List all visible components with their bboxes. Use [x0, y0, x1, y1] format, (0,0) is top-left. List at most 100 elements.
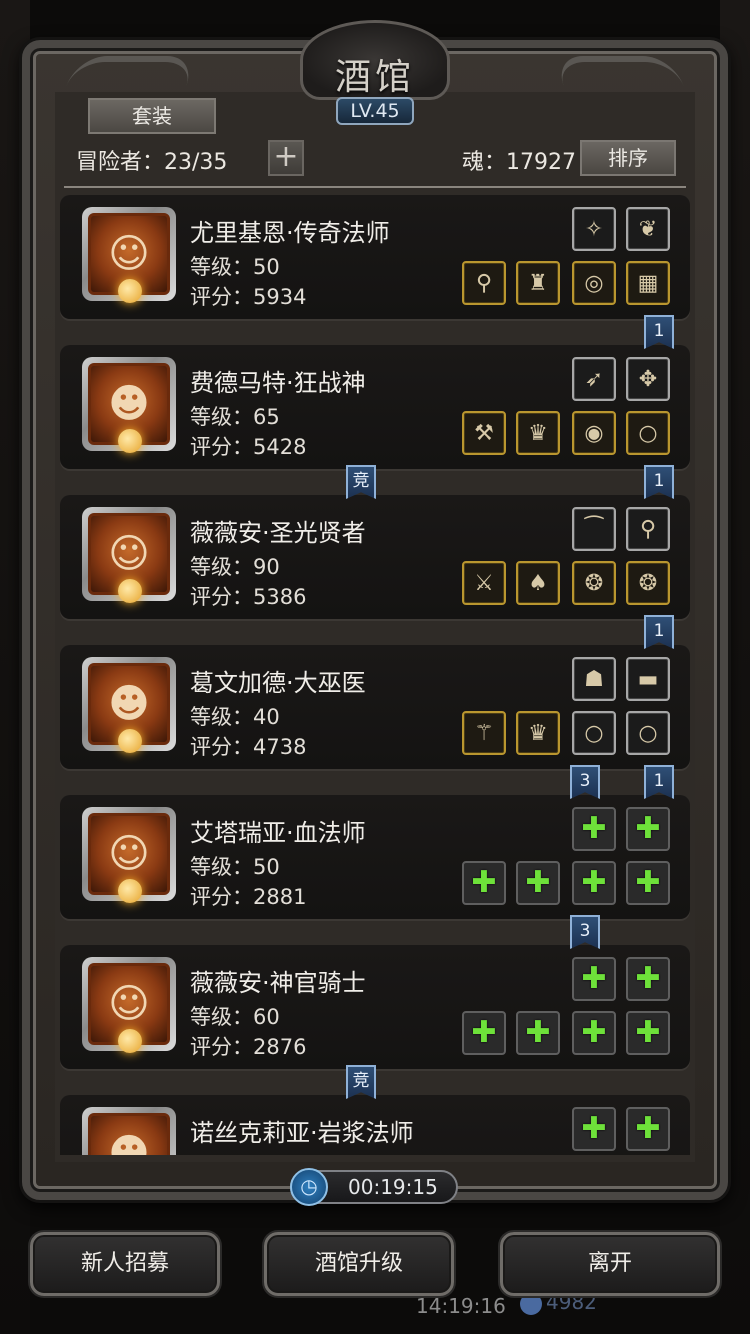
equipment-slot[interactable]: ◉ — [572, 411, 616, 455]
equipment-slot[interactable]: ▬ — [626, 657, 670, 701]
equipment-slot[interactable]: ❂ — [626, 561, 670, 605]
plus-icon: ✚ — [471, 865, 497, 900]
hero-score: 评分：4738 — [190, 735, 307, 759]
equipment-item-icon: ♛ — [528, 720, 548, 746]
empty-equipment-slot[interactable]: ✚ — [572, 861, 616, 905]
tag-ribbon: 竞 — [346, 1065, 376, 1099]
equipment-slot[interactable]: ❦ — [626, 207, 670, 251]
clock-icon: ◷ — [290, 1168, 328, 1206]
equipment-slot[interactable]: ○ — [626, 711, 670, 755]
hero-card[interactable]: ☺ 尤里基恩·传奇法师 等级：50 评分：5934 ✧ ❦ ⚲ ♜ ◎ ▦ — [60, 195, 690, 319]
empty-equipment-slot[interactable]: ✚ — [572, 1107, 616, 1151]
equipment-slot[interactable]: ○ — [626, 411, 670, 455]
hero-score: 评分：5386 — [190, 585, 307, 609]
hero-portrait[interactable]: ☻ — [82, 1107, 176, 1155]
upgrade-tavern-button[interactable]: 酒馆升级 — [264, 1232, 454, 1296]
equipment-slot[interactable]: ♛ — [516, 711, 560, 755]
add-adventurer-slot-button[interactable]: + — [268, 140, 304, 176]
equipment-slot[interactable]: ♠ — [516, 561, 560, 605]
equipment-slot[interactable]: ❂ — [572, 561, 616, 605]
hero-score: 评分：5934 — [190, 285, 307, 309]
equipment-slot[interactable]: ⁀ — [572, 507, 616, 551]
empty-equipment-slot[interactable]: ✚ — [572, 807, 616, 851]
plus-icon: ✚ — [581, 1111, 607, 1146]
equipment-slot[interactable]: ♛ — [516, 411, 560, 455]
equipment-slot[interactable]: ◎ — [572, 261, 616, 305]
equipment-item-icon: ◉ — [584, 420, 604, 446]
empty-equipment-slot[interactable]: ✚ — [572, 957, 616, 1001]
hero-level: 等级：90 — [190, 555, 280, 579]
tag-ribbon: 1 — [644, 315, 674, 349]
empty-equipment-slot[interactable]: ✚ — [572, 1011, 616, 1055]
tag-ribbon: 1 — [644, 465, 674, 499]
hero-score: 评分：5428 — [190, 435, 307, 459]
sort-button[interactable]: 排序 — [580, 140, 676, 176]
header-divider — [64, 186, 686, 188]
hero-level: 等级：65 — [190, 405, 280, 429]
tag-ribbon: 1 — [644, 765, 674, 799]
hero-name: 费德马特·狂战神 — [190, 369, 366, 397]
plus-icon: ✚ — [635, 1111, 661, 1146]
equipment-item-icon: ✧ — [584, 216, 604, 242]
empty-equipment-slot[interactable]: ✚ — [626, 1107, 670, 1151]
hero-level: 等级：60 — [190, 1005, 280, 1029]
hero-level: 等级：50 — [190, 855, 280, 879]
hero-card[interactable]: ☺ 艾塔瑞亚·血法师 等级：50 评分：2881 ✚ ✚ ✚ ✚ ✚ ✚ — [60, 795, 690, 919]
moon-badge-icon — [118, 279, 142, 303]
equipment-slot[interactable]: ⚚ — [462, 711, 506, 755]
hero-card[interactable]: ☻ 费德马特·狂战神 等级：65 评分：5428 ➶ ✥ ⚒ ♛ ◉ ○ — [60, 345, 690, 469]
equipment-slot[interactable]: ⚲ — [462, 261, 506, 305]
hero-card[interactable]: ☺ 薇薇安·圣光贤者 等级：90 评分：5386 ⁀ ⚲ ⚔ ♠ ❂ ❂ — [60, 495, 690, 619]
equipment-slot[interactable]: ♜ — [516, 261, 560, 305]
page-title: 酒馆 — [334, 57, 415, 98]
equipment-item-icon: ☗ — [584, 666, 604, 692]
equipment-item-icon: ◎ — [584, 270, 604, 296]
hero-card[interactable]: ☺ 薇薇安·神官骑士 等级：60 评分：2876 ✚ ✚ ✚ ✚ ✚ ✚ — [60, 945, 690, 1069]
hero-card[interactable]: ☻ 葛文加德·大巫医 等级：40 评分：4738 ☗ ▬ ⚚ ♛ ○ ○ — [60, 645, 690, 769]
tag-ribbon: 3 — [570, 765, 600, 799]
empty-equipment-slot[interactable]: ✚ — [462, 861, 506, 905]
hero-score: 评分：2876 — [190, 1035, 307, 1059]
equipment-slot[interactable]: ✧ — [572, 207, 616, 251]
equipment-item-icon: ▦ — [637, 270, 659, 296]
equipment-item-icon: ❦ — [638, 216, 658, 242]
plus-icon: ✚ — [471, 1015, 497, 1050]
equipment-slot[interactable]: ☗ — [572, 657, 616, 701]
plus-icon: ✚ — [581, 1015, 607, 1050]
empty-equipment-slot[interactable]: ✚ — [516, 1011, 560, 1055]
plus-icon: ✚ — [635, 961, 661, 996]
equipment-item-icon: ❂ — [638, 570, 658, 596]
suit-tab-button[interactable]: 套装 — [88, 98, 216, 134]
empty-equipment-slot[interactable]: ✚ — [626, 807, 670, 851]
equipment-item-icon: ♛ — [528, 420, 548, 446]
equipment-item-icon: ♜ — [528, 270, 548, 296]
equipment-item-icon: ○ — [584, 720, 604, 746]
timer-text: 00:19:15 — [348, 1175, 438, 1199]
equipment-item-icon: ⚒ — [474, 420, 494, 446]
empty-equipment-slot[interactable]: ✚ — [516, 861, 560, 905]
hero-name: 诺丝克莉亚·岩浆法师 — [190, 1119, 414, 1147]
equipment-slot[interactable]: ○ — [572, 711, 616, 755]
adventurer-count: 冒险者：23/35 — [76, 150, 228, 175]
hero-avatar-icon: ☻ — [88, 1113, 170, 1155]
equipment-slot[interactable]: ▦ — [626, 261, 670, 305]
empty-equipment-slot[interactable]: ✚ — [462, 1011, 506, 1055]
equipment-slot[interactable]: ⚲ — [626, 507, 670, 551]
equipment-item-icon: ⚔ — [474, 570, 494, 596]
moon-badge-icon — [118, 729, 142, 753]
hero-name: 葛文加德·大巫医 — [190, 669, 366, 697]
equipment-slot[interactable]: ⚔ — [462, 561, 506, 605]
empty-equipment-slot[interactable]: ✚ — [626, 861, 670, 905]
equipment-slot[interactable]: ➶ — [572, 357, 616, 401]
equipment-slot[interactable]: ⚒ — [462, 411, 506, 455]
hero-list[interactable]: ☺ 尤里基恩·传奇法师 等级：50 评分：5934 ✧ ❦ ⚲ ♜ ◎ ▦ ☻ 费德马特·狂战神 等级：… — [60, 195, 700, 1155]
empty-equipment-slot[interactable]: ✚ — [626, 957, 670, 1001]
empty-equipment-slot[interactable]: ✚ — [626, 1011, 670, 1055]
hero-card[interactable]: ☻ 诺丝克莉亚·岩浆法师 ✚ ✚ — [60, 1095, 690, 1155]
plus-icon: ✚ — [525, 865, 551, 900]
hero-name: 薇薇安·神官骑士 — [190, 969, 366, 997]
leave-button[interactable]: 离开 — [500, 1232, 720, 1296]
recruit-button[interactable]: 新人招募 — [30, 1232, 220, 1296]
hero-score: 评分：2881 — [190, 885, 307, 909]
equipment-slot[interactable]: ✥ — [626, 357, 670, 401]
